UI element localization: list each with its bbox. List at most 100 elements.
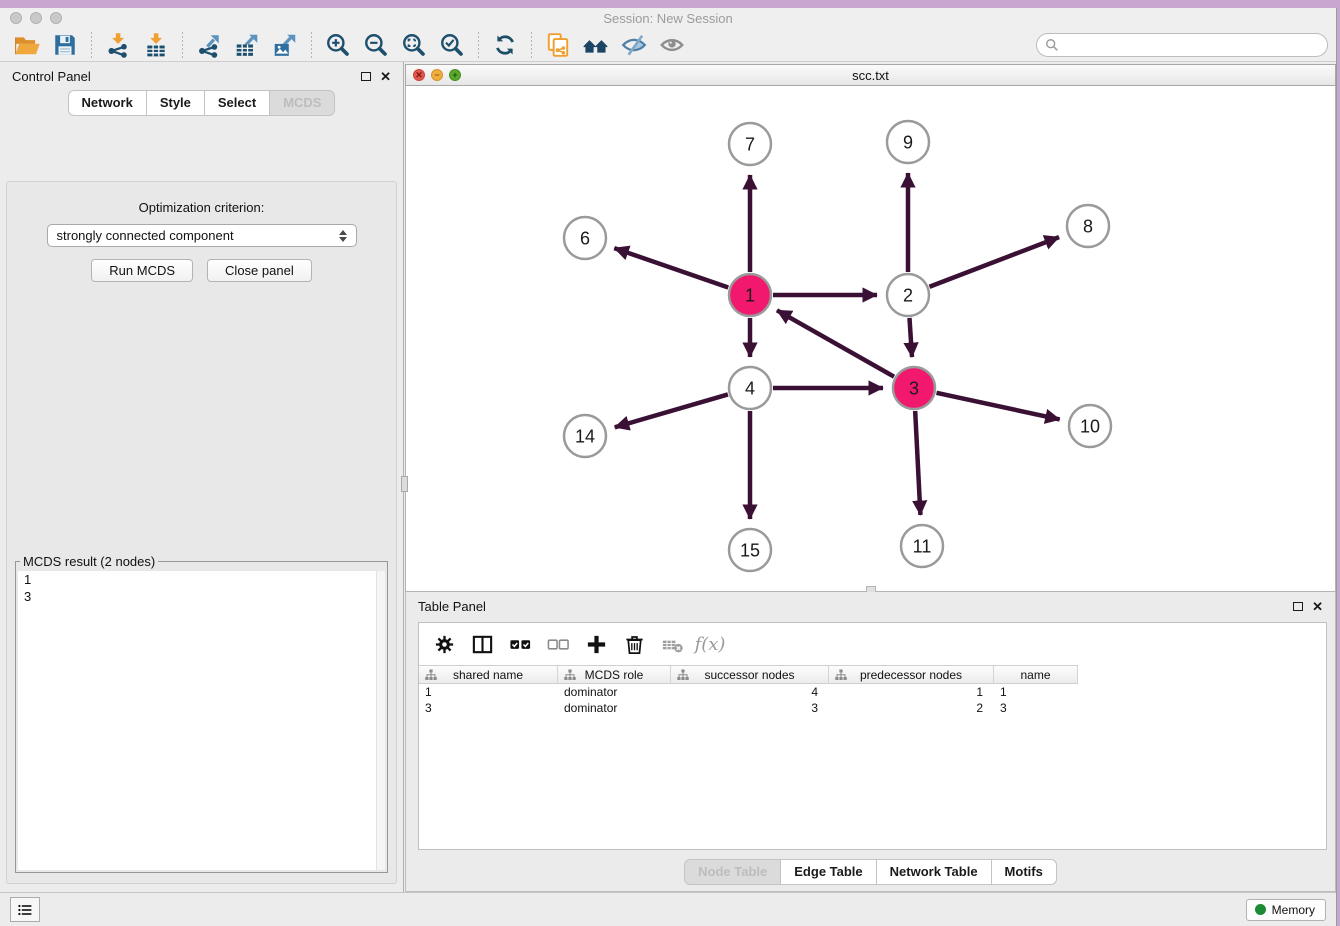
cell-predecessor-nodes[interactable]: 1 [829,685,994,699]
column-header-name[interactable]: name [994,666,1078,683]
show-eye-icon [659,32,685,58]
search-box[interactable] [1036,33,1328,57]
column-header-shared-name[interactable]: shared name [419,666,558,683]
edge-2-8[interactable] [929,237,1059,287]
cell-mcds-role[interactable]: dominator [558,685,671,699]
edge-3-1[interactable] [777,310,894,376]
column-header-predecessor-nodes[interactable]: predecessor nodes [829,666,994,683]
show-all-button[interactable] [653,30,691,60]
node-2[interactable]: 2 [887,274,929,316]
node-10[interactable]: 10 [1069,405,1111,447]
zoom-selected-button[interactable] [433,30,471,60]
save-session-button[interactable] [46,30,84,60]
zoom-fit-button[interactable] [395,30,433,60]
export-image-button[interactable] [266,30,304,60]
delete-column-button[interactable] [615,628,653,660]
tab-network-table[interactable]: Network Table [876,859,992,885]
zoom-out-button[interactable] [357,30,395,60]
node-label: 11 [913,536,932,556]
import-network-button[interactable] [99,30,137,60]
first-neighbors-button[interactable] [577,30,615,60]
tab-mcds[interactable]: MCDS [269,90,335,116]
hide-eye-slash-icon [621,32,647,58]
cell-shared-name[interactable]: 3 [419,701,558,715]
export-network-button[interactable] [190,30,228,60]
table-settings-button[interactable] [425,628,463,660]
plus-icon [585,633,608,656]
hide-selected-button[interactable] [615,30,653,60]
select-all-button[interactable] [501,628,539,660]
zoom-in-button[interactable] [319,30,357,60]
node-11[interactable]: 11 [901,525,943,567]
cell-predecessor-nodes[interactable]: 2 [829,701,994,715]
edge-4-14[interactable] [615,394,728,427]
tab-edge-table[interactable]: Edge Table [780,859,876,885]
tab-select[interactable]: Select [204,90,270,116]
list-icon [17,901,33,919]
run-mcds-button[interactable]: Run MCDS [91,259,193,282]
column-header-successor-nodes[interactable]: successor nodes [671,666,829,683]
cell-mcds-role[interactable]: dominator [558,701,671,715]
network-canvas[interactable]: 7 9 6 8 1 2 4 3 14 10 15 11 [405,86,1336,592]
cell-shared-name[interactable]: 1 [419,685,558,699]
cell-name[interactable]: 3 [994,701,1078,715]
tab-motifs[interactable]: Motifs [991,859,1057,885]
node-9[interactable]: 9 [887,121,929,163]
node-15[interactable]: 15 [729,529,771,571]
network-window: ✕ − + scc.txt 7 9 6 8 1 2 4 3 14 10 15 11 [405,64,1336,592]
network-window-titlebar: ✕ − + scc.txt [405,64,1336,86]
open-session-button[interactable] [8,30,46,60]
edge-3-11[interactable] [915,411,920,515]
result-scrollbar[interactable] [376,571,385,870]
edge-1-6[interactable] [614,248,728,287]
node-6[interactable]: 6 [564,217,606,259]
node-3[interactable]: 3 [893,367,935,409]
export-image-icon [272,32,298,58]
table-row[interactable]: 3 dominator 3 2 3 [419,700,1078,716]
close-panel-icon[interactable]: ✕ [380,70,391,83]
tab-network[interactable]: Network [68,90,147,116]
table-row[interactable]: 1 dominator 4 1 1 [419,684,1078,700]
import-table-button[interactable] [137,30,175,60]
column-header-mcds-role[interactable]: MCDS role [558,666,671,683]
close-panel-button[interactable]: Close panel [207,259,312,282]
node-1[interactable]: 1 [729,274,771,316]
mcds-result-list[interactable]: 1 3 [18,571,385,870]
deselect-all-button[interactable] [539,628,577,660]
node-8[interactable]: 8 [1067,205,1109,247]
node-label: 8 [1083,216,1093,236]
node-label: 14 [575,426,595,446]
task-history-button[interactable] [10,897,40,922]
cell-name[interactable]: 1 [994,685,1078,699]
cell-successor-nodes[interactable]: 4 [671,685,829,699]
result-line: 3 [18,588,385,605]
mcds-result-title: MCDS result (2 nodes) [20,554,158,569]
tab-style[interactable]: Style [146,90,205,116]
cell-successor-nodes[interactable]: 3 [671,701,829,715]
vertical-splitter-handle[interactable] [401,476,408,492]
float-table-panel-icon[interactable] [1293,602,1303,611]
search-input[interactable] [1064,36,1319,53]
mcds-panel: Optimization criterion: strongly connect… [6,181,397,884]
edge-3-10[interactable] [936,393,1059,420]
node-table: shared name MCDS role successor nodes pr… [419,665,1078,716]
add-column-button[interactable] [577,628,615,660]
edge-2-3[interactable] [909,318,912,357]
memory-label: Memory [1272,903,1315,917]
export-table-button[interactable] [228,30,266,60]
show-column-panel-button[interactable] [463,628,501,660]
float-panel-icon[interactable] [361,72,371,81]
node-7[interactable]: 7 [729,123,771,165]
node-14[interactable]: 14 [564,415,606,457]
memory-button[interactable]: Memory [1246,899,1326,921]
node-label: 3 [909,378,919,398]
window-titlebar: Session: New Session [0,8,1336,28]
criterion-select[interactable]: strongly connected component [47,224,357,247]
new-network-from-selection-button[interactable] [539,30,577,60]
node-4[interactable]: 4 [729,367,771,409]
close-table-panel-icon[interactable]: ✕ [1312,600,1323,613]
right-stack: ✕ − + scc.txt 7968124314101511 [404,62,1336,892]
export-table-icon [234,32,260,58]
refresh-button[interactable] [486,30,524,60]
tab-node-table[interactable]: Node Table [684,859,781,885]
